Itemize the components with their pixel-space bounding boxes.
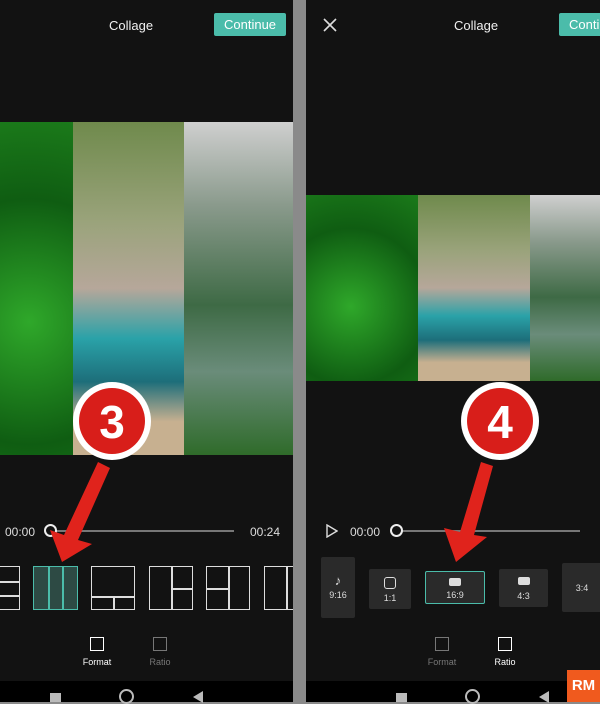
arrow-icon [444, 462, 493, 562]
step-number: 3 [99, 396, 125, 448]
step-number: 4 [487, 396, 513, 448]
step-4-marker: 4 [461, 382, 539, 460]
step-3-marker: 3 [73, 382, 151, 460]
arrow-icon [50, 462, 110, 562]
rm-logo-badge: RM [567, 670, 600, 702]
annotation-overlay: 3 4 [50, 382, 539, 562]
